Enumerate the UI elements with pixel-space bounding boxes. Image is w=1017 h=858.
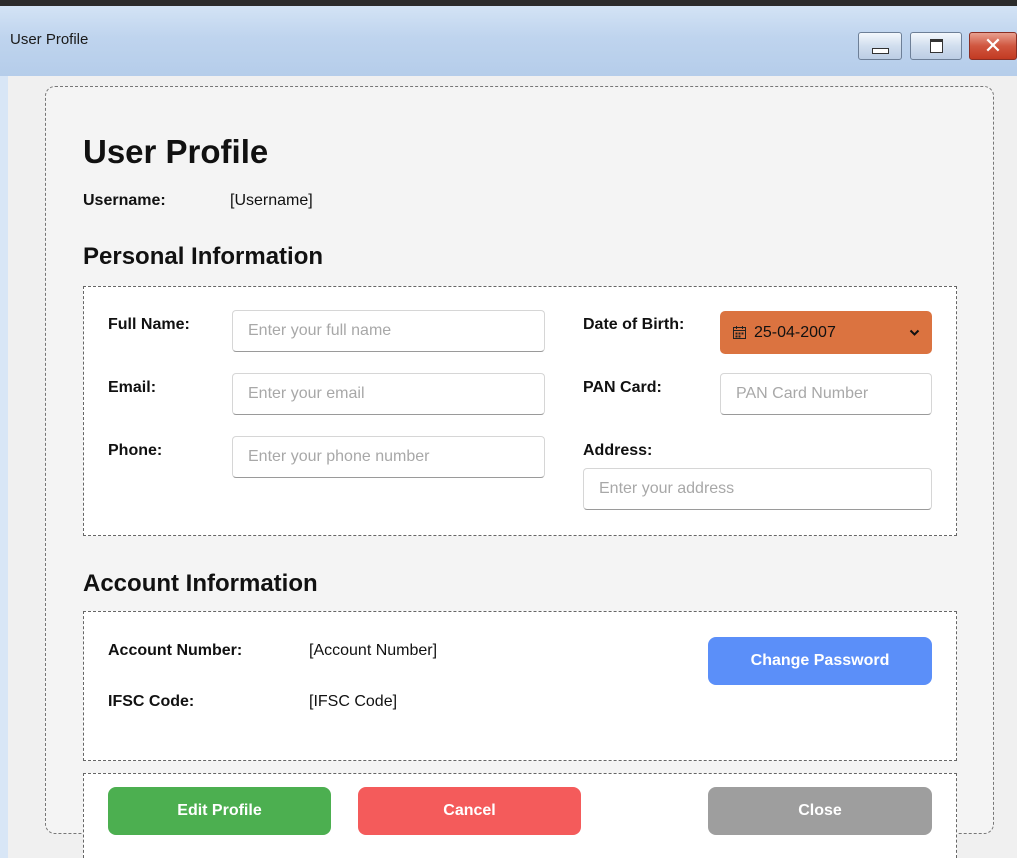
email-label: Email: — [108, 379, 157, 396]
close-button[interactable]: Close — [708, 787, 932, 835]
username-value: [Username] — [230, 192, 313, 209]
email-input[interactable] — [232, 373, 545, 415]
dob-date-picker[interactable]: 25-04-2007 — [720, 311, 932, 354]
calendar-icon — [733, 326, 746, 339]
account-info-heading: Account Information — [83, 570, 318, 597]
minimize-icon — [871, 48, 889, 54]
dob-value: 25-04-2007 — [754, 323, 836, 341]
ifsc-code-label: IFSC Code: — [108, 693, 195, 710]
full-name-input[interactable] — [232, 310, 545, 352]
page-title: User Profile — [83, 133, 269, 170]
phone-input[interactable] — [232, 436, 545, 478]
phone-label: Phone: — [108, 442, 163, 459]
window-content: User Profile Username: [Username] Person… — [9, 76, 1017, 858]
account-info-panel — [83, 611, 957, 761]
window-titlebar[interactable]: User Profile ✕ — [0, 6, 1017, 76]
dob-label: Date of Birth: — [583, 316, 685, 333]
window-close-button[interactable]: ✕ — [969, 32, 1017, 60]
edit-profile-button[interactable]: Edit Profile — [108, 787, 331, 835]
cancel-button[interactable]: Cancel — [358, 787, 581, 835]
close-icon: ✕ — [983, 33, 1003, 58]
window-title: User Profile — [10, 31, 89, 48]
ifsc-code-value: [IFSC Code] — [309, 693, 398, 710]
chevron-down-icon[interactable] — [909, 324, 920, 342]
full-name-label: Full Name: — [108, 316, 190, 333]
change-password-button[interactable]: Change Password — [708, 637, 932, 685]
minimize-button[interactable] — [858, 32, 902, 60]
username-label: Username: — [83, 192, 166, 209]
account-number-value: [Account Number] — [309, 642, 438, 659]
address-label: Address: — [583, 442, 653, 459]
address-input[interactable] — [583, 468, 932, 510]
maximize-button[interactable] — [910, 32, 962, 60]
personal-info-heading: Personal Information — [83, 243, 324, 270]
account-number-label: Account Number: — [108, 642, 243, 659]
maximize-icon — [929, 39, 943, 53]
pan-card-input[interactable] — [720, 373, 932, 415]
pan-card-label: PAN Card: — [583, 379, 662, 396]
